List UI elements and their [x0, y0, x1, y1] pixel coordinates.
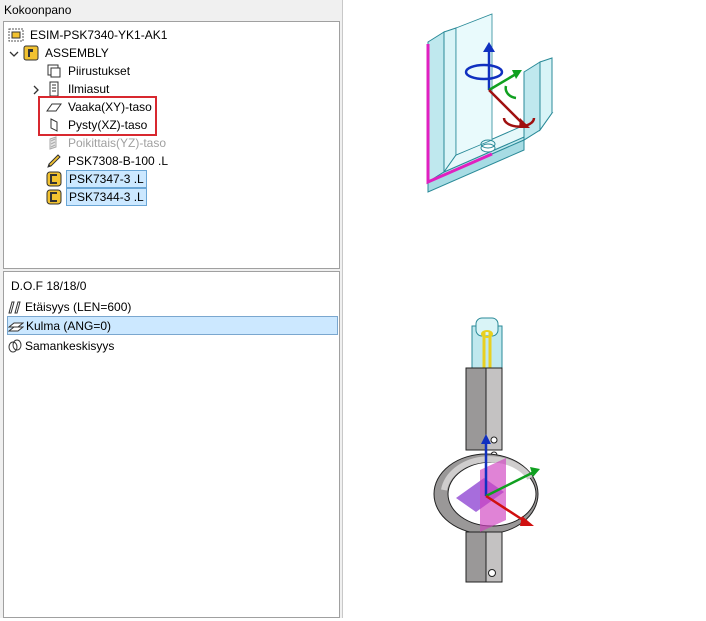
tree-item-label: PSK7344-3 .L: [66, 188, 147, 206]
tree-item-label: ASSEMBLY: [45, 46, 109, 60]
tree-item-part-7347[interactable]: PSK7347-3 .L: [46, 170, 147, 188]
expand-chevron-icon[interactable]: [31, 85, 41, 95]
constraint-concentric[interactable]: Samankeskisyys: [7, 336, 338, 355]
pencil-part-icon: [47, 154, 61, 168]
panel-title: Kokoonpano: [4, 3, 72, 17]
tree-item-label: Piirustukset: [68, 64, 131, 78]
tree-item-part-7344[interactable]: PSK7344-3 .L: [46, 188, 147, 206]
angle-constraint-icon: [8, 322, 24, 331]
tree-item-label: Poikittais(YZ)-taso: [68, 136, 167, 150]
u-bracket-model[interactable]: [426, 13, 554, 193]
assembly-panel: Kokoonpano ESIM-PSK7340-YK1-AK1 ASSEMBLY: [0, 0, 343, 618]
tree-item-label: Ilmiasut: [68, 82, 110, 96]
concentric-constraint-icon: [8, 339, 22, 352]
views-icon: [49, 81, 59, 97]
constraint-angle[interactable]: Kulma (ANG=0): [7, 316, 338, 335]
part-icon: [46, 171, 62, 187]
assembly-tree[interactable]: ESIM-PSK7340-YK1-AK1 ASSEMBLY Piirustuks…: [3, 21, 340, 269]
pipe-clamp-model[interactable]: [433, 317, 540, 583]
constraint-label: Kulma (ANG=0): [26, 318, 112, 333]
3d-viewport[interactable]: [344, 0, 706, 618]
dof-label: D.O.F 18/18/0: [11, 279, 87, 293]
constraints-panel: D.O.F 18/18/0 Etäisyys (LEN=600) Kulma (…: [3, 271, 340, 618]
constraint-label: Samankeskisyys: [25, 338, 115, 353]
tree-item-drawings[interactable]: Piirustukset: [46, 62, 132, 80]
constraint-label: Etäisyys (LEN=600): [25, 299, 132, 314]
constraint-distance[interactable]: Etäisyys (LEN=600): [7, 297, 338, 316]
tree-item-label: PSK7347-3 .L: [66, 170, 147, 188]
drawings-icon: [47, 64, 61, 78]
assembly-root-icon: [8, 28, 24, 42]
cross-plane-icon: [49, 136, 57, 150]
highlight-box: [38, 96, 157, 136]
tree-item-assembly[interactable]: ASSEMBLY: [23, 44, 111, 62]
tree-item-label: PSK7308-B-100 .L: [68, 154, 169, 168]
assembly-icon: [23, 45, 39, 61]
tree-item-part-b100[interactable]: PSK7308-B-100 .L: [46, 152, 170, 170]
model-canvas[interactable]: [344, 0, 706, 618]
part-icon: [46, 189, 62, 205]
tree-item-label: ESIM-PSK7340-YK1-AK1: [30, 28, 168, 42]
tree-item-plane-yz[interactable]: Poikittais(YZ)-taso: [46, 134, 168, 152]
distance-constraint-icon: [8, 301, 21, 313]
collapse-chevron-icon[interactable]: [9, 49, 19, 59]
tree-item-root[interactable]: ESIM-PSK7340-YK1-AK1: [8, 26, 169, 44]
